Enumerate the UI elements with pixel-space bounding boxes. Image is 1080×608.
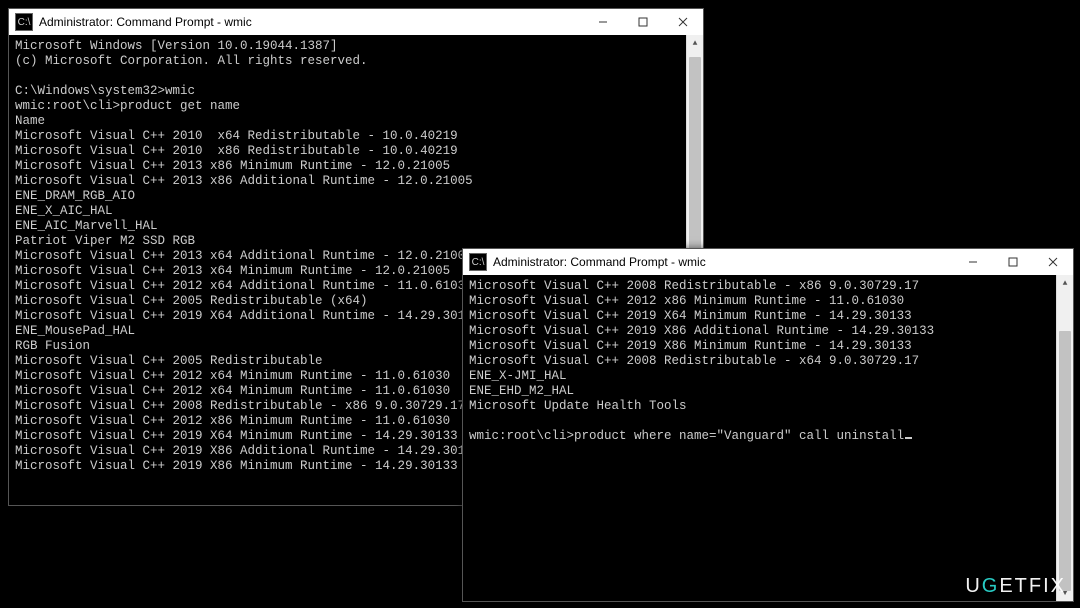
terminal-line: Microsoft Visual C++ 2008 Redistributabl… — [469, 279, 1050, 294]
terminal-line: C:\Windows\system32>wmic — [15, 84, 680, 99]
close-button[interactable] — [1033, 249, 1073, 275]
terminal-line: wmic:root\cli>product get name — [15, 99, 680, 114]
terminal-line: Microsoft Update Health Tools — [469, 399, 1050, 414]
terminal-line: ENE_X_AIC_HAL — [15, 204, 680, 219]
terminal-line: Microsoft Visual C++ 2019 X64 Minimum Ru… — [469, 309, 1050, 324]
terminal-line: Microsoft Visual C++ 2013 x86 Additional… — [15, 174, 680, 189]
terminal-line — [469, 414, 1050, 429]
scroll-track[interactable] — [1057, 291, 1073, 585]
terminal-line: Microsoft Visual C++ 2010 x64 Redistribu… — [15, 129, 680, 144]
terminal-line: Microsoft Visual C++ 2019 X86 Minimum Ru… — [469, 339, 1050, 354]
terminal-line: Microsoft Visual C++ 2013 x86 Minimum Ru… — [15, 159, 680, 174]
close-button[interactable] — [663, 9, 703, 35]
scroll-thumb[interactable] — [1059, 331, 1071, 591]
maximize-button[interactable] — [623, 9, 663, 35]
terminal-line: Microsoft Visual C++ 2012 x86 Minimum Ru… — [469, 294, 1050, 309]
terminal-line: wmic:root\cli>product where name="Vangua… — [469, 429, 1050, 444]
terminal-line: ENE_DRAM_RGB_AIO — [15, 189, 680, 204]
terminal-line — [15, 69, 680, 84]
watermark: UGETFIX — [965, 575, 1066, 598]
scroll-up-button[interactable]: ▲ — [1057, 275, 1073, 291]
minimize-button[interactable] — [953, 249, 993, 275]
terminal-output[interactable]: Microsoft Visual C++ 2008 Redistributabl… — [463, 275, 1056, 601]
watermark-text: UGETFIX — [965, 575, 1066, 597]
titlebar[interactable]: C:\ Administrator: Command Prompt - wmic — [463, 249, 1073, 275]
cmd-icon: C:\ — [469, 253, 487, 271]
terminal-line: Microsoft Visual C++ 2008 Redistributabl… — [469, 354, 1050, 369]
cursor — [905, 437, 912, 439]
terminal-line: (c) Microsoft Corporation. All rights re… — [15, 54, 680, 69]
maximize-button[interactable] — [993, 249, 1033, 275]
cmd-icon: C:\ — [15, 13, 33, 31]
terminal-line: ENE_AIC_Marvell_HAL — [15, 219, 680, 234]
terminal-line: ENE_X-JMI_HAL — [469, 369, 1050, 384]
terminal-line: Microsoft Windows [Version 10.0.19044.13… — [15, 39, 680, 54]
terminal-line: Microsoft Visual C++ 2019 X86 Additional… — [469, 324, 1050, 339]
terminal-line: ENE_EHD_M2_HAL — [469, 384, 1050, 399]
minimize-button[interactable] — [583, 9, 623, 35]
scrollbar[interactable]: ▲ ▼ — [1056, 275, 1073, 601]
window-title: Administrator: Command Prompt - wmic — [39, 15, 583, 29]
terminal-line: Microsoft Visual C++ 2010 x86 Redistribu… — [15, 144, 680, 159]
window-title: Administrator: Command Prompt - wmic — [493, 255, 953, 269]
cmd-window-right: C:\ Administrator: Command Prompt - wmic… — [462, 248, 1074, 602]
scroll-up-button[interactable]: ▲ — [687, 35, 703, 51]
titlebar[interactable]: C:\ Administrator: Command Prompt - wmic — [9, 9, 703, 35]
terminal-line: Patriot Viper M2 SSD RGB — [15, 234, 680, 249]
terminal-line: Name — [15, 114, 680, 129]
